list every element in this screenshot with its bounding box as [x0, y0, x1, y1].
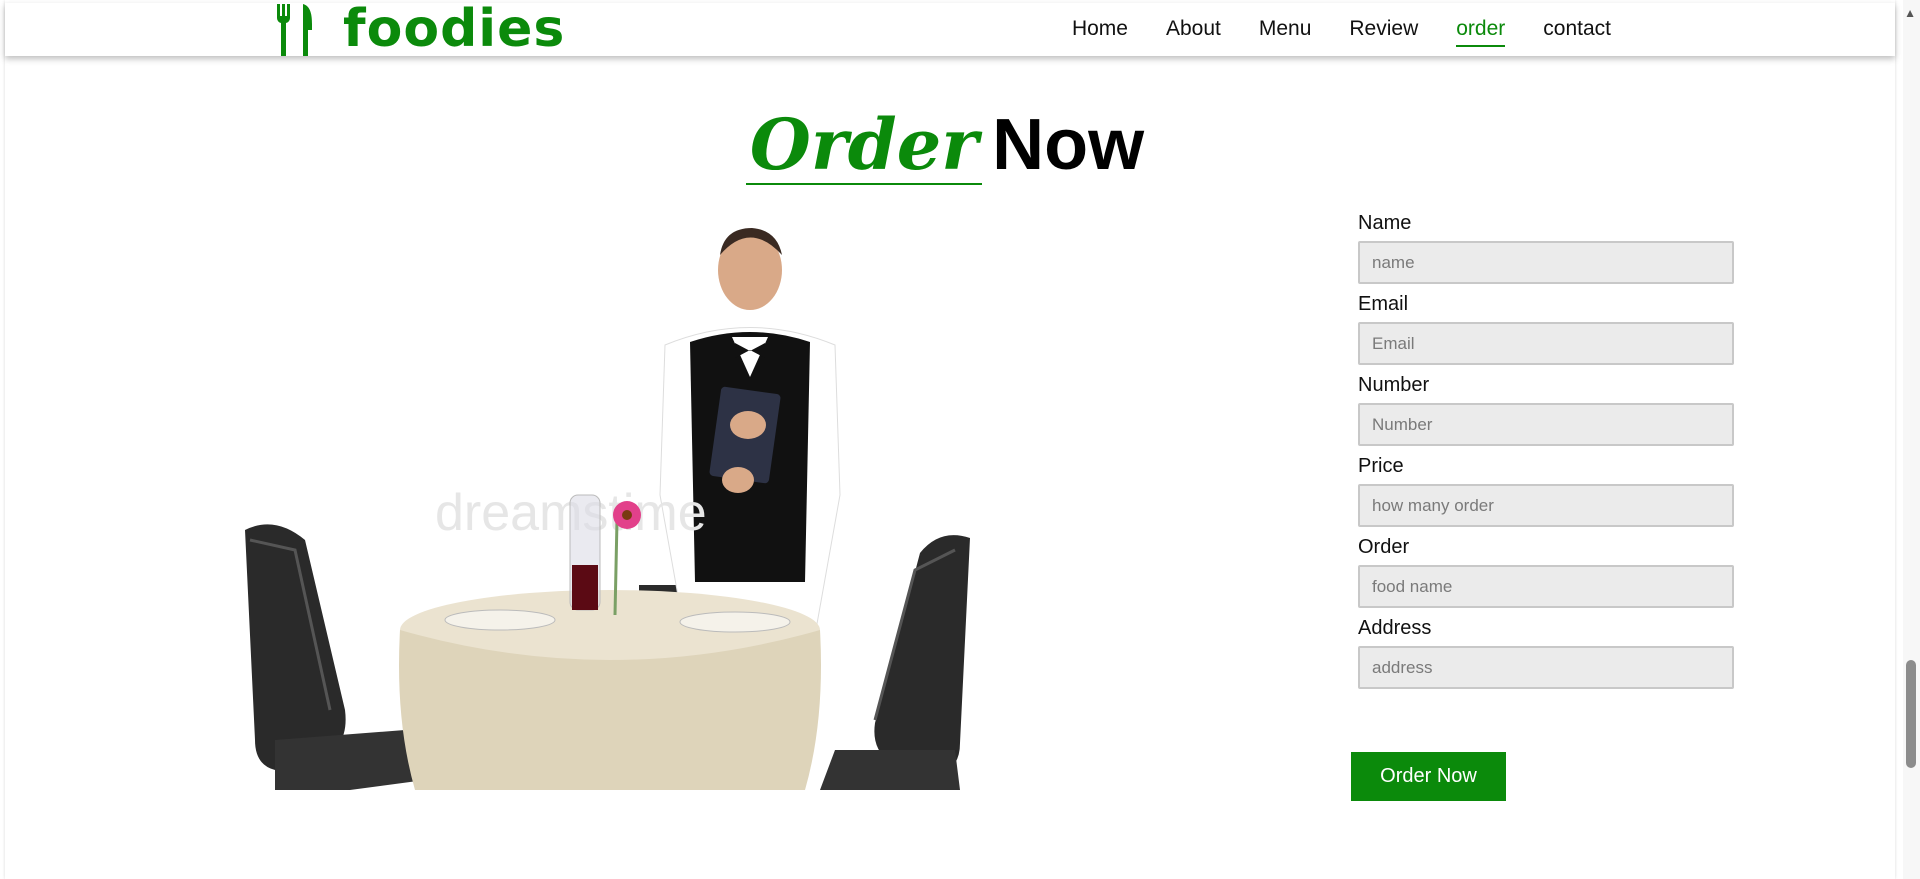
number-label: Number: [1358, 374, 1430, 396]
nav-menu[interactable]: Menu: [1259, 17, 1312, 47]
price-label: Price: [1358, 455, 1404, 477]
nav-about[interactable]: About: [1166, 17, 1221, 47]
brand-logo[interactable]: foodies: [273, 3, 565, 56]
order-input[interactable]: [1358, 565, 1734, 608]
scroll-thumb[interactable]: [1906, 660, 1916, 768]
main-nav: Home About Menu Review order contact: [1072, 3, 1611, 56]
brand-name: foodies: [343, 0, 566, 59]
nav-order[interactable]: order: [1456, 17, 1506, 47]
order-now-button[interactable]: Order Now: [1351, 752, 1506, 801]
page-scrollbar[interactable]: ▲: [1903, 0, 1920, 879]
field-name: Name: [1358, 212, 1734, 284]
fork-knife-icon: [276, 3, 312, 56]
nav-contact[interactable]: contact: [1543, 17, 1611, 47]
scroll-up-arrow-icon[interactable]: ▲: [1904, 6, 1916, 20]
waiter-figure: [639, 228, 841, 636]
field-address: Address: [1358, 617, 1734, 689]
field-order: Order: [1358, 536, 1734, 608]
order-form: Name Email Number Price Order Address: [1358, 212, 1734, 698]
address-input[interactable]: [1358, 646, 1734, 689]
email-input[interactable]: [1358, 322, 1734, 365]
right-chair: [820, 535, 970, 790]
order-label: Order: [1358, 536, 1410, 558]
navbar: foodies Home About Menu Review order con…: [5, 3, 1895, 56]
left-chair: [245, 524, 425, 790]
heading-accent: Order: [745, 107, 983, 185]
field-number: Number: [1358, 374, 1734, 446]
number-input[interactable]: [1358, 403, 1734, 446]
section-heading: Order Now: [0, 104, 1890, 186]
nav-home[interactable]: Home: [1072, 17, 1128, 47]
field-price: Price: [1358, 455, 1734, 527]
heading-main: Now: [992, 105, 1145, 185]
email-label: Email: [1358, 293, 1409, 315]
price-input[interactable]: [1358, 484, 1734, 527]
nav-review[interactable]: Review: [1349, 17, 1418, 47]
name-input[interactable]: [1358, 241, 1734, 284]
waiter-scene-image: dreamstime: [245, 228, 970, 790]
name-label: Name: [1358, 212, 1412, 234]
address-label: Address: [1358, 617, 1432, 639]
field-email: Email: [1358, 293, 1734, 365]
